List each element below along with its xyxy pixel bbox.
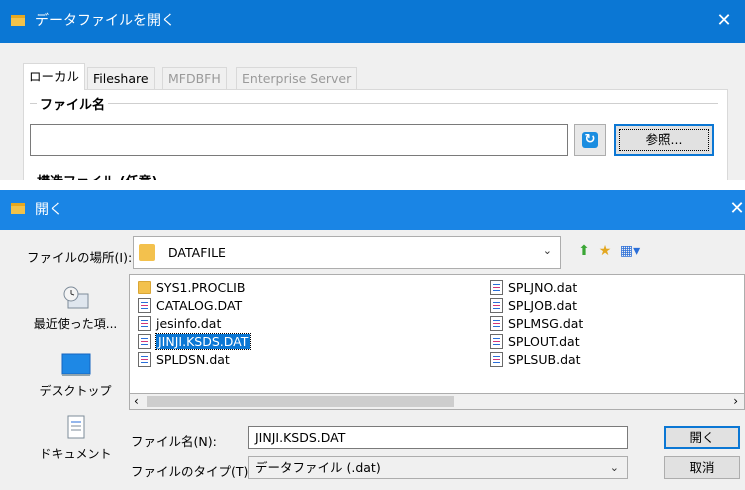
- look-in-label: ファイルの場所(I):: [27, 250, 133, 265]
- close-icon[interactable]: ✕: [712, 9, 736, 33]
- list-item[interactable]: SPLOUT.dat: [490, 333, 580, 350]
- tab-mfdbfh: MFDBFH: [162, 67, 227, 89]
- chevron-down-icon: ⌄: [542, 244, 552, 257]
- scrollbar-thumb[interactable]: [147, 396, 454, 407]
- place-desktop-label: デスクトップ: [39, 384, 112, 398]
- places-bar: 最近使った項... デスクトップ ドキュメント: [27, 277, 124, 490]
- file-icon: [138, 334, 151, 349]
- look-in-value: DATAFILE: [168, 245, 226, 260]
- place-documents[interactable]: ドキュメント: [27, 415, 124, 462]
- file-icon: [138, 352, 151, 367]
- filename-group-label: ファイル名: [37, 94, 109, 113]
- place-desktop[interactable]: デスクトップ: [27, 352, 124, 399]
- file-icon: [490, 298, 503, 313]
- close-icon[interactable]: ✕: [725, 197, 745, 221]
- desktop-icon: [60, 352, 92, 378]
- filetype-label: ファイルのタイプ(T):: [131, 464, 253, 479]
- chevron-down-icon: ⌄: [609, 461, 619, 474]
- list-item[interactable]: CATALOG.DAT: [138, 297, 242, 314]
- recent-items-icon: [60, 285, 92, 311]
- list-item[interactable]: SPLJOB.dat: [490, 297, 577, 314]
- view-menu-icon[interactable]: ▦▾: [617, 242, 643, 260]
- tab-fileshare[interactable]: Fileshare: [87, 67, 155, 89]
- folder-icon: [139, 244, 155, 261]
- place-recent[interactable]: 最近使った項...: [27, 285, 124, 332]
- dialog-title-bar[interactable]: データファイルを開く ✕: [0, 0, 745, 43]
- list-item[interactable]: SPLSUB.dat: [490, 351, 581, 368]
- file-icon: [490, 280, 503, 295]
- structure-file-label: 構造ファイル (任意): [37, 171, 157, 180]
- scroll-left-icon[interactable]: ‹: [134, 394, 139, 408]
- file-icon: [490, 334, 503, 349]
- scroll-right-icon[interactable]: ›: [733, 394, 738, 408]
- file-list[interactable]: SYS1.PROCLIB CATALOG.DAT jesinfo.dat JIN…: [129, 274, 745, 410]
- cancel-button[interactable]: 取消: [664, 456, 740, 479]
- list-item[interactable]: SPLMSG.dat: [490, 315, 583, 332]
- open-button[interactable]: 開く: [664, 426, 740, 449]
- folder-icon: [138, 281, 151, 294]
- dialog-title: 開く: [35, 202, 63, 218]
- horizontal-scrollbar[interactable]: ‹ ›: [129, 393, 745, 410]
- filename-label: ファイル名(N):: [131, 434, 217, 449]
- file-icon: [490, 352, 503, 367]
- list-item[interactable]: jesinfo.dat: [138, 315, 221, 332]
- browse-button[interactable]: 参照...: [614, 124, 714, 156]
- focus-rectangle: [619, 129, 709, 151]
- up-folder-icon[interactable]: ⬆: [575, 242, 593, 260]
- filename-field[interactable]: [30, 124, 568, 156]
- place-recent-label: 最近使った項...: [33, 317, 118, 331]
- place-documents-label: ドキュメント: [39, 447, 112, 461]
- tab-local[interactable]: ローカル: [23, 63, 86, 90]
- dialog-title-bar[interactable]: 開く ✕: [0, 190, 745, 230]
- filetype-dropdown[interactable]: データファイル (.dat) ⌄: [248, 456, 628, 479]
- filename-field[interactable]: JINJI.KSDS.DAT: [248, 426, 628, 449]
- refresh-button[interactable]: ↻: [574, 124, 606, 156]
- file-icon: [138, 298, 151, 313]
- dialog-title: データファイルを開く: [35, 13, 175, 29]
- look-in-dropdown[interactable]: DATAFILE ⌄: [133, 236, 561, 269]
- documents-icon: [60, 415, 92, 441]
- list-item-selected[interactable]: JINJI.KSDS.DAT: [138, 333, 252, 350]
- open-file-dialog: 開く ✕ ファイルの場所(I): DATAFILE ⌄ ⬆ ★ ▦▾ 最近使った…: [0, 190, 745, 490]
- file-icon: [490, 316, 503, 331]
- tab-enterprise-server: Enterprise Server: [236, 67, 358, 89]
- list-item[interactable]: SPLJNO.dat: [490, 279, 577, 296]
- group-divider: [30, 103, 718, 104]
- open-data-file-dialog: データファイルを開く ✕ ローカル Fileshare MFDBFH Enter…: [0, 0, 745, 180]
- folder-icon: [11, 203, 25, 214]
- file-icon: [138, 316, 151, 331]
- new-folder-icon[interactable]: ★: [596, 242, 614, 260]
- filetype-value: データファイル (.dat): [255, 460, 381, 475]
- refresh-icon: ↻: [582, 132, 598, 148]
- list-item[interactable]: SPLDSN.dat: [138, 351, 230, 368]
- list-item[interactable]: SYS1.PROCLIB: [138, 279, 245, 296]
- folder-icon: [11, 15, 25, 26]
